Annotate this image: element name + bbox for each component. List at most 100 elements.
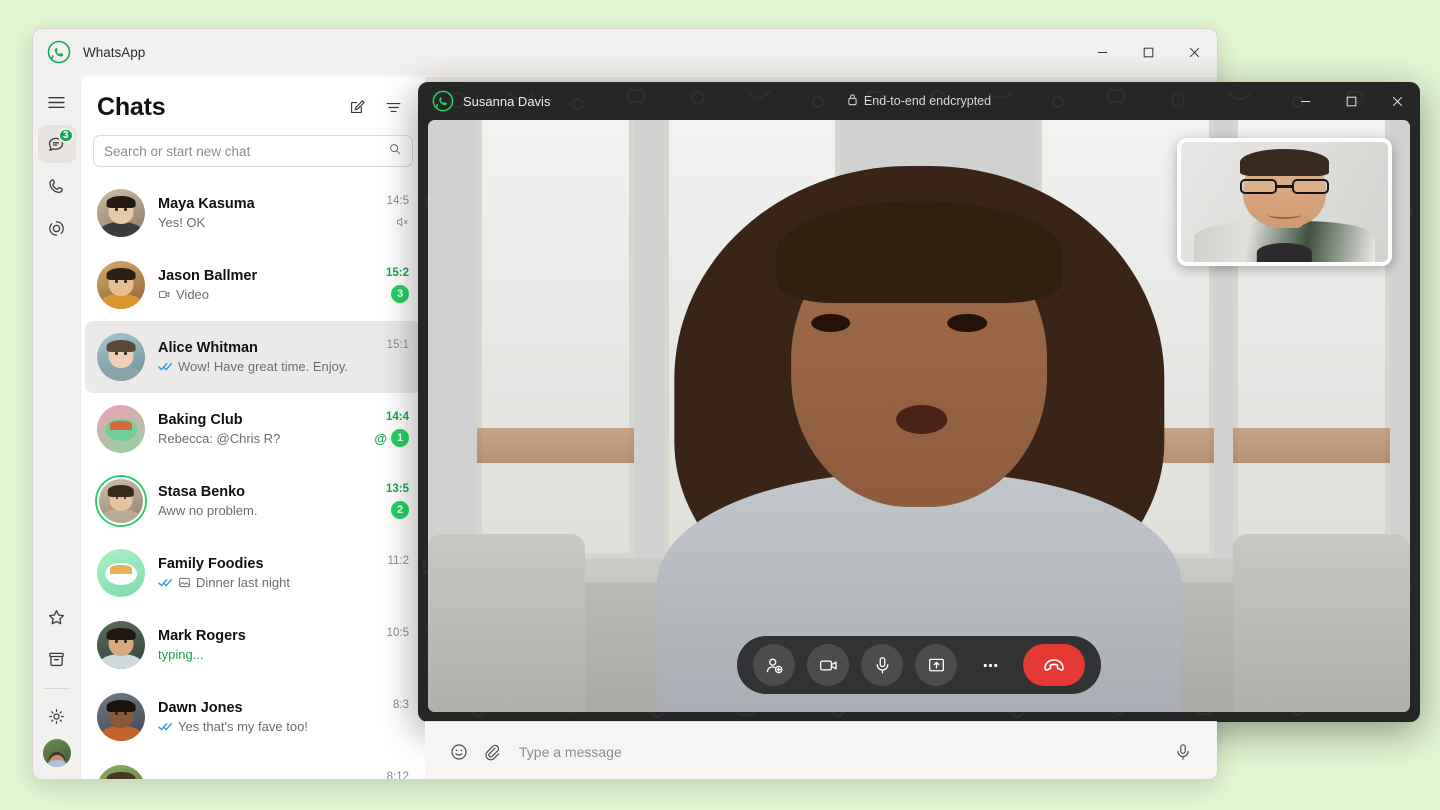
unread-badge: 1 xyxy=(391,429,409,447)
chat-timestamp: 13:5 xyxy=(385,483,409,495)
page-title: Chats xyxy=(97,92,166,121)
chat-preview: Wow! Have great time. Enjoy. xyxy=(158,359,355,374)
sidebar-item-archived[interactable] xyxy=(38,640,76,678)
window-pane xyxy=(477,120,635,559)
chat-preview-text: Yes that's my fave too! xyxy=(178,719,308,734)
call-minimize-button[interactable] xyxy=(1282,82,1328,120)
chat-preview-text: Rebecca: @Chris R? xyxy=(158,431,281,446)
self-view-tee xyxy=(1256,242,1313,262)
self-view-glasses xyxy=(1240,179,1329,194)
sidebar-item-starred[interactable] xyxy=(38,598,76,636)
encryption-status: End-to-end endcrypted xyxy=(418,93,1420,109)
chat-item-meta: 14:5 xyxy=(363,195,409,231)
chat-item-text: Stasa Benko Aww no problem. xyxy=(158,484,355,518)
avatar xyxy=(97,405,145,453)
microphone-icon[interactable] xyxy=(1167,736,1199,768)
chat-list-item[interactable]: Family Foodies Dinner last night 11:2 xyxy=(85,537,421,609)
call-video-stage xyxy=(428,120,1410,712)
read-receipt-icon xyxy=(158,721,173,732)
chat-preview: Yes! OK xyxy=(158,215,355,230)
filter-icon[interactable] xyxy=(377,91,409,123)
end-call-icon[interactable] xyxy=(1023,644,1085,686)
chat-timestamp: 14:4 xyxy=(385,411,409,423)
close-button[interactable] xyxy=(1171,29,1217,75)
self-view-hair xyxy=(1240,149,1329,176)
chat-item-meta: 8:12 xyxy=(363,771,409,779)
attachment-icon[interactable] xyxy=(475,736,507,768)
chat-preview: Rebecca: @Chris R? xyxy=(158,431,355,446)
chat-timestamp: 15:2 xyxy=(385,267,409,279)
person-mouth xyxy=(896,405,948,434)
chat-contact-name: Stasa Benko xyxy=(158,484,246,500)
chat-status-indicators: 3 xyxy=(391,285,409,303)
chat-timestamp: 11:2 xyxy=(387,555,409,567)
chat-list[interactable]: Maya Kasuma Yes! OK 14:5 Jason Ballmer Video… xyxy=(81,177,425,779)
chat-timestamp: 8:3 xyxy=(393,699,409,711)
chats-panel-header: Chats xyxy=(81,77,425,129)
chat-list-item[interactable]: Mark Rogers typing... 10:5 xyxy=(85,609,421,681)
mention-indicator: @ xyxy=(374,430,387,446)
chat-contact-name: Mark Rogers xyxy=(158,628,246,644)
search-box[interactable] xyxy=(93,135,413,167)
video-attachment-icon xyxy=(158,288,171,301)
chat-list-item[interactable]: Jason Ballmer Video 15:2 3 xyxy=(85,249,421,321)
emoji-icon[interactable] xyxy=(443,736,475,768)
call-titlebar: Susanna Davis End-to-end endcrypted xyxy=(418,82,1420,120)
profile-avatar[interactable] xyxy=(42,739,71,767)
chat-item-meta: 11:2 xyxy=(363,555,409,591)
encryption-label: End-to-end endcrypted xyxy=(863,94,992,108)
message-composer xyxy=(425,721,1217,779)
chat-list-item[interactable]: Ziggy Woodley 8:12 xyxy=(85,753,421,779)
chat-item-meta: 14:4 @1 xyxy=(363,411,409,447)
add-person-icon[interactable] xyxy=(753,644,795,686)
new-chat-icon[interactable] xyxy=(341,91,373,123)
chat-item-text: Alice Whitman Wow! Have great time. Enjoy… xyxy=(158,340,355,374)
chat-preview-text: Wow! Have great time. Enjoy. xyxy=(178,359,349,374)
search-input[interactable] xyxy=(104,143,388,159)
minimize-button[interactable] xyxy=(1079,29,1125,75)
chat-preview-text: Aww no problem. xyxy=(158,503,258,518)
photo-attachment-icon xyxy=(178,576,191,589)
call-close-button[interactable] xyxy=(1374,82,1420,120)
message-input[interactable] xyxy=(519,743,1167,760)
avatar xyxy=(97,333,145,381)
chat-list-item[interactable]: Baking Club Rebecca: @Chris R? 14:4 @1 xyxy=(85,393,421,465)
call-maximize-button[interactable] xyxy=(1328,82,1374,120)
chat-preview-text: Video xyxy=(176,287,210,302)
rail-divider xyxy=(43,688,70,689)
chat-item-text: Dawn Jones Yes that's my fave too! xyxy=(158,700,355,734)
maximize-button[interactable] xyxy=(1125,29,1171,75)
chat-item-meta: 10:5 xyxy=(363,627,409,663)
menu-button[interactable] xyxy=(38,83,76,121)
person-eye-left xyxy=(810,314,851,333)
sidebar-item-status[interactable] xyxy=(38,209,76,247)
chat-list-item[interactable]: Dawn Jones Yes that's my fave too! 8:3 xyxy=(85,681,421,753)
chat-preview: Video xyxy=(158,287,355,302)
chat-item-text: Jason Ballmer Video xyxy=(158,268,355,302)
unread-badge: 2 xyxy=(391,501,409,519)
chat-preview: Dinner last night xyxy=(158,575,355,590)
avatar xyxy=(97,477,145,525)
microphone-icon[interactable] xyxy=(861,644,903,686)
sidebar-item-chats[interactable]: 3 xyxy=(37,125,76,163)
glasses-lens-left xyxy=(1240,179,1278,194)
video-camera-icon[interactable] xyxy=(807,644,849,686)
chats-header-actions xyxy=(341,91,409,123)
sidebar-item-settings[interactable] xyxy=(38,697,76,735)
search-container xyxy=(81,129,425,177)
chat-contact-name: Family Foodies xyxy=(158,556,264,572)
chat-list-item[interactable]: Maya Kasuma Yes! OK 14:5 xyxy=(85,177,421,249)
screen-share-icon[interactable] xyxy=(915,644,957,686)
chats-panel: Chats Search or start new chat Maya Kasu… xyxy=(80,77,425,779)
ellipsis-icon[interactable] xyxy=(969,644,1011,686)
chat-status-indicators xyxy=(395,213,409,231)
chat-list-item[interactable]: Stasa Benko Aww no problem. 13:5 2 xyxy=(85,465,421,537)
chat-list-item[interactable]: Alice Whitman Wow! Have great time. Enjoy… xyxy=(85,321,421,393)
chat-preview-text: typing... xyxy=(158,647,204,662)
scene-brick xyxy=(1233,427,1391,464)
glasses-lens-right xyxy=(1291,179,1329,194)
remote-person xyxy=(634,144,1204,712)
person-hair-front xyxy=(776,200,1062,303)
sidebar-item-calls[interactable] xyxy=(38,167,76,205)
self-view-thumbnail[interactable] xyxy=(1177,138,1392,266)
